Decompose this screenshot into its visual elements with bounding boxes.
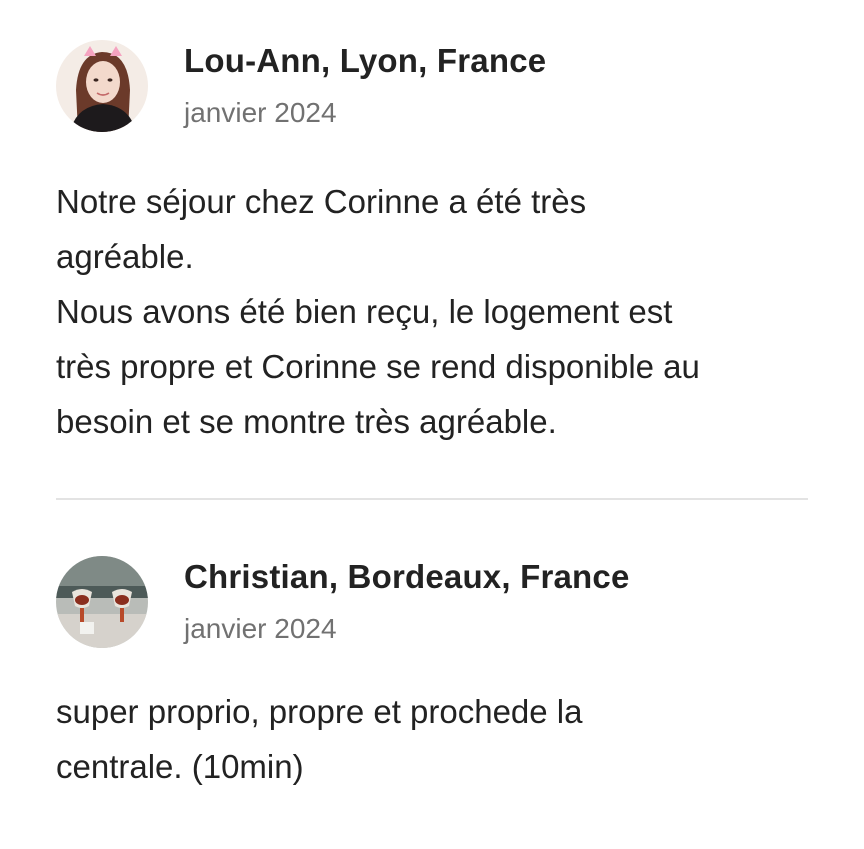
review-text: Notre séjour chez Corinne a été très agr… — [56, 183, 700, 440]
avatar-photo-icon — [56, 40, 148, 132]
reviewer-avatar[interactable] — [56, 40, 148, 132]
review-header: Christian, Bordeaux, France janvier 2024 — [56, 556, 816, 648]
review-text: super proprio, propre et prochede la cen… — [56, 693, 583, 785]
reviewer-name[interactable]: Christian, Bordeaux, France — [184, 557, 630, 597]
review-item: Christian, Bordeaux, France janvier 2024… — [56, 556, 816, 794]
review-date: janvier 2024 — [184, 613, 337, 644]
avatar-photo-icon — [56, 556, 148, 648]
reviewer-meta: Christian, Bordeaux, France janvier 2024 — [184, 557, 630, 647]
review-header: Lou-Ann, Lyon, France janvier 2024 — [56, 40, 816, 132]
review-divider — [56, 498, 808, 500]
review-item: Lou-Ann, Lyon, France janvier 2024 Notre… — [56, 40, 816, 449]
reviewer-name[interactable]: Lou-Ann, Lyon, France — [184, 41, 546, 81]
reviewer-meta: Lou-Ann, Lyon, France janvier 2024 — [184, 41, 546, 131]
review-date: janvier 2024 — [184, 97, 337, 128]
reviewer-avatar[interactable] — [56, 556, 148, 648]
